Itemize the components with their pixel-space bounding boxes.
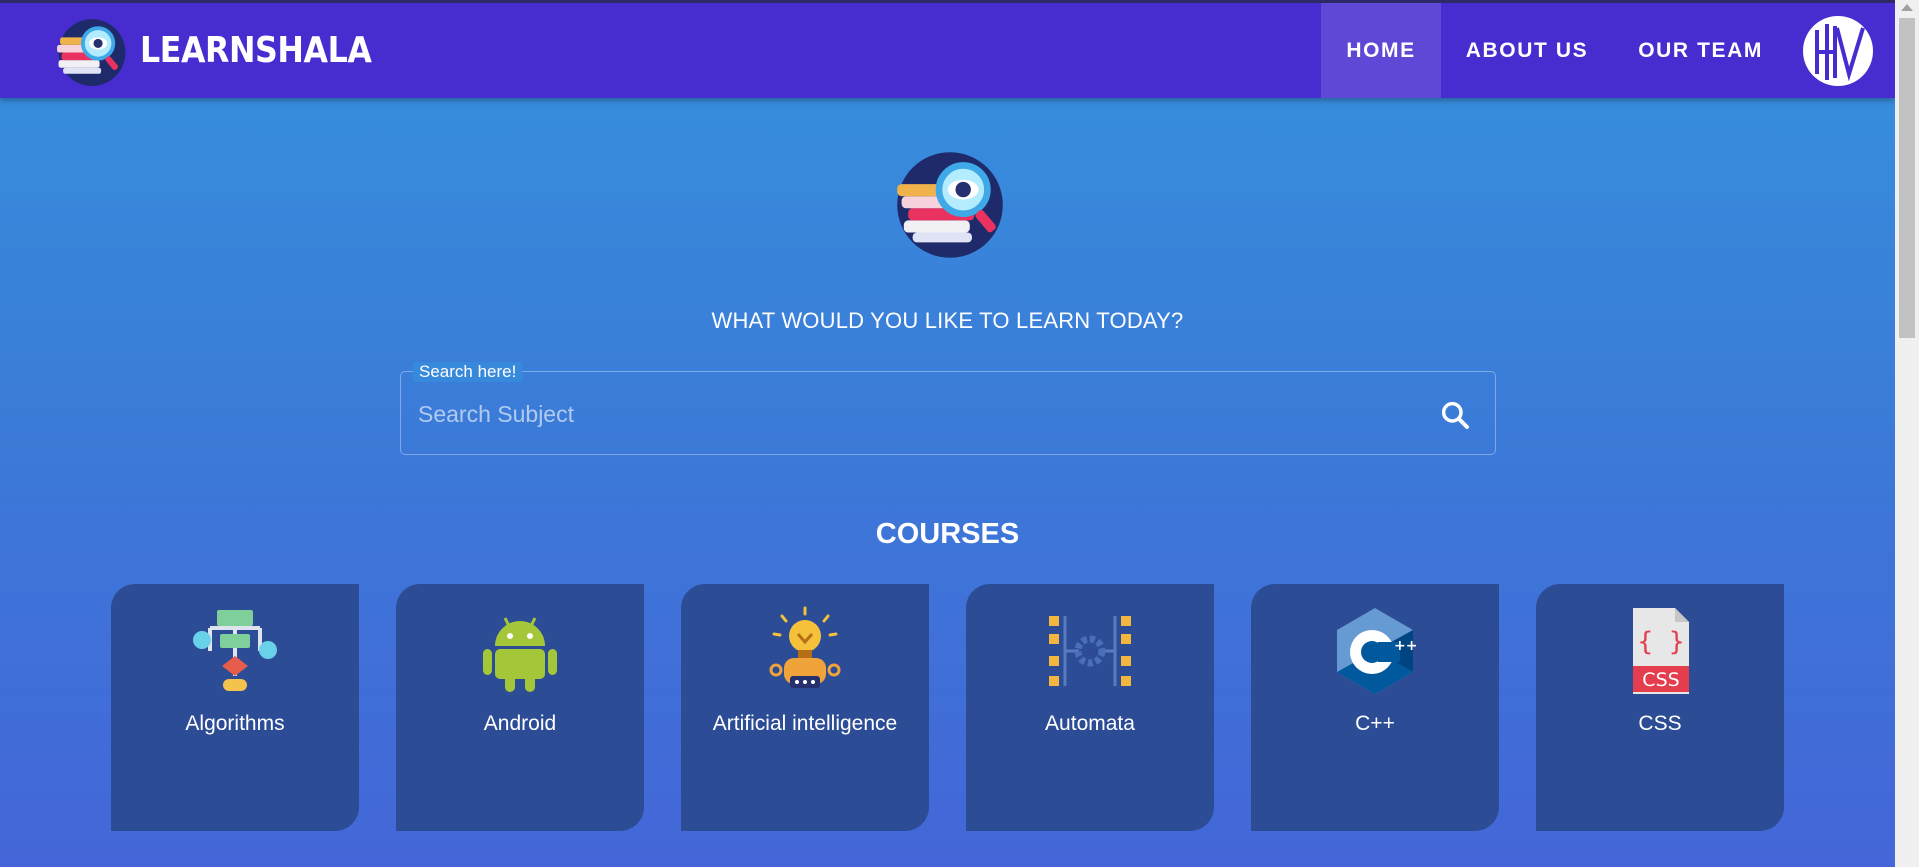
nav-our-team[interactable]: OUR TEAM <box>1613 3 1788 98</box>
nav-links: HOME ABOUT US OUR TEAM <box>1321 3 1895 98</box>
css-file-icon: { } CSS <box>1633 608 1689 694</box>
brand-name: LEARNSHALA <box>140 30 372 71</box>
course-card-artificial-intelligence[interactable]: Artificial intelligence <box>681 584 929 831</box>
scrollbar-thumb[interactable] <box>1899 18 1915 338</box>
automata-gear-icon <box>1049 616 1131 686</box>
books-magnifier-logo-icon <box>57 18 126 86</box>
course-card-css[interactable]: { } CSS CSS <box>1536 584 1784 831</box>
course-card-algorithms[interactable]: Algorithms <box>111 584 359 831</box>
avatar-monogram-icon <box>1804 16 1872 85</box>
cpp-icon: ++ <box>1337 608 1417 694</box>
svg-text:{ }: { } <box>1638 627 1685 657</box>
nav-about-us[interactable]: ABOUT US <box>1441 3 1613 98</box>
user-avatar-icon[interactable] <box>1803 15 1873 86</box>
page-scrollbar[interactable] <box>1895 0 1919 867</box>
course-card-automata[interactable]: Automata <box>966 584 1214 831</box>
course-label: Algorithms <box>185 712 285 735</box>
hero-books-magnifier-icon <box>897 152 1003 258</box>
nav-home[interactable]: HOME <box>1321 3 1441 98</box>
search-field: Search here! <box>400 362 1496 455</box>
svg-text:CSS: CSS <box>1642 669 1679 691</box>
flowchart-icon <box>193 610 277 691</box>
search-input[interactable] <box>418 394 1418 434</box>
scroll-up-arrow-icon[interactable] <box>1901 4 1913 11</box>
top-navbar: LEARNSHALA HOME ABOUT US OUR TEAM <box>0 0 1895 98</box>
course-label: Automata <box>1045 712 1135 735</box>
search-legend: Search here! <box>413 362 523 382</box>
course-label: Android <box>483 712 557 735</box>
course-label: CSS <box>1638 712 1682 735</box>
course-card-cpp[interactable]: ++ C++ <box>1251 584 1499 831</box>
brand[interactable]: LEARNSHALA <box>52 13 403 89</box>
course-label: Artificial intelligence <box>712 712 898 735</box>
hero-question: WHAT WOULD YOU LIKE TO LEARN TODAY? <box>711 308 1184 333</box>
android-icon <box>483 617 557 692</box>
courses-title: COURSES <box>875 518 1020 550</box>
search-icon[interactable] <box>1439 399 1471 431</box>
course-card-android[interactable]: Android <box>396 584 644 831</box>
course-list: Algorithms Android Artificial intelligen… <box>111 584 1821 831</box>
lightbulb-robot-icon <box>769 606 841 688</box>
svg-text:++: ++ <box>1394 638 1417 654</box>
course-label: C++ <box>1355 712 1395 735</box>
